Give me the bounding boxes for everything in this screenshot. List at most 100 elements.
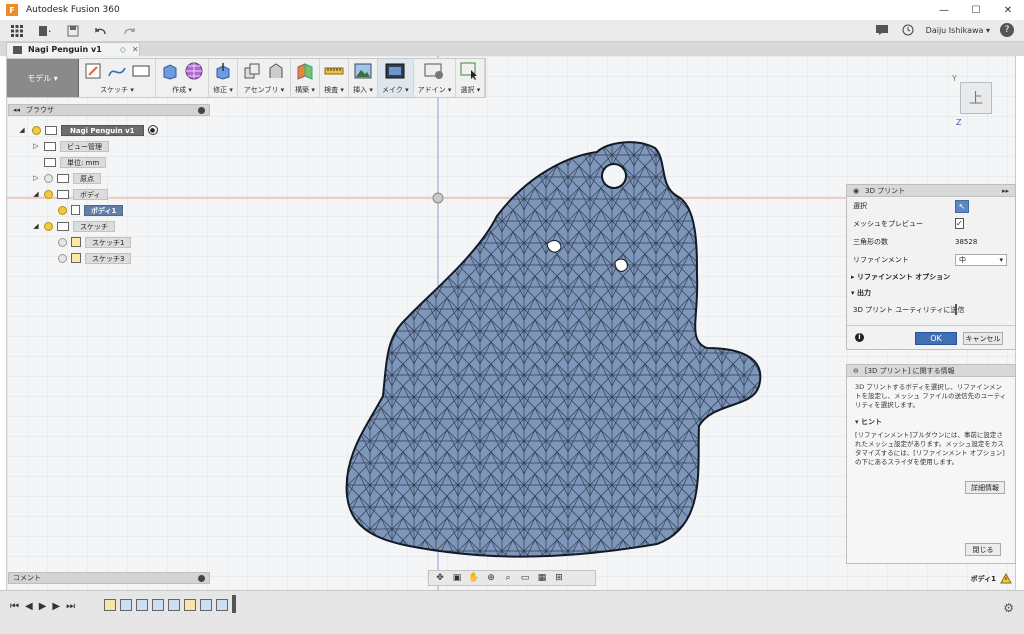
- help-info-header[interactable]: ⊖ [3D プリント] に関する情報: [847, 365, 1015, 377]
- viewcube[interactable]: 上: [960, 82, 992, 114]
- cancel-button[interactable]: キャンセル: [963, 332, 1003, 345]
- toolbar-group-construct[interactable]: 構築 ▾: [291, 59, 320, 97]
- warning-icon[interactable]: [1000, 572, 1012, 586]
- browser-options-icon[interactable]: [198, 107, 205, 114]
- toolbar-group-select[interactable]: 選択 ▾: [456, 59, 486, 97]
- more-details-button[interactable]: 詳細情報: [965, 481, 1005, 494]
- step-back-icon[interactable]: ◀: [25, 601, 33, 612]
- undo-icon[interactable]: [90, 22, 112, 40]
- file-menu-icon[interactable]: [34, 22, 56, 40]
- user-account-menu[interactable]: Daiju Ishikawa ▾: [926, 26, 990, 35]
- new-component-icon[interactable]: [242, 61, 262, 81]
- tree-item-origin[interactable]: ▷ 原点: [32, 172, 101, 184]
- timeline-extrude-icon[interactable]: [168, 599, 180, 611]
- form-sphere-icon[interactable]: [184, 61, 204, 81]
- extrude-icon[interactable]: [160, 61, 180, 81]
- measure-icon[interactable]: [324, 61, 344, 81]
- rectangle-icon[interactable]: [131, 61, 151, 81]
- visibility-bulb-icon[interactable]: [44, 221, 53, 231]
- grid-settings-icon[interactable]: ▦: [535, 572, 549, 584]
- timeline-extrude-icon[interactable]: [152, 599, 164, 611]
- visibility-bulb-icon[interactable]: [44, 189, 53, 199]
- tree-item-body1[interactable]: ボディ1: [58, 204, 124, 216]
- select-body-button[interactable]: ↖: [955, 199, 969, 213]
- refinement-dropdown[interactable]: 中 ▾: [955, 254, 1007, 266]
- pan-hand-icon[interactable]: ✋: [467, 572, 481, 584]
- orbit-icon[interactable]: ✥: [433, 572, 447, 584]
- toolbar-group-create[interactable]: 作成 ▾: [156, 59, 209, 97]
- ok-button[interactable]: OK: [915, 332, 957, 345]
- tree-item-sketch1[interactable]: スケッチ1: [58, 236, 132, 248]
- viewcube-face-top[interactable]: 上: [969, 88, 983, 108]
- toolbar-group-inspect[interactable]: 検査 ▾: [320, 59, 349, 97]
- 3d-print-icon[interactable]: [385, 61, 405, 81]
- tree-item-sketch3[interactable]: スケッチ3: [58, 252, 132, 264]
- tree-item-units[interactable]: 単位: mm: [40, 156, 107, 168]
- toolbar-group-sketch[interactable]: スケッチ ▾: [79, 59, 156, 97]
- visibility-bulb-icon[interactable]: [44, 173, 53, 183]
- step-forward-icon[interactable]: ▶: [52, 601, 60, 612]
- maximize-button[interactable]: ☐: [960, 0, 992, 20]
- toolbar-group-addins[interactable]: アドイン ▾: [414, 59, 457, 97]
- comments-options-icon[interactable]: [198, 575, 205, 582]
- tree-item-bodies[interactable]: ◢ ボディ: [32, 188, 108, 200]
- help-icon[interactable]: ?: [1000, 23, 1014, 37]
- send-to-utility-checkbox[interactable]: [955, 304, 957, 315]
- timeline-sketch-icon[interactable]: [104, 599, 116, 611]
- timeline-settings-gear-icon[interactable]: ⚙: [1003, 601, 1014, 615]
- go-to-start-icon[interactable]: ⏮: [10, 601, 19, 612]
- press-pull-icon[interactable]: [213, 61, 233, 81]
- minus-icon[interactable]: ⊖: [853, 367, 859, 375]
- save-icon[interactable]: [62, 22, 84, 40]
- expand-dialog-icon[interactable]: ▸▸: [1002, 187, 1009, 195]
- spline-icon[interactable]: [107, 61, 127, 81]
- timeline-extrude-icon[interactable]: [200, 599, 212, 611]
- history-clock-icon[interactable]: [900, 22, 916, 38]
- close-help-button[interactable]: 閉じる: [965, 543, 1001, 556]
- insert-image-icon[interactable]: [353, 61, 373, 81]
- minimize-button[interactable]: —: [928, 0, 960, 20]
- expand-arrow-icon[interactable]: ◢: [18, 126, 26, 134]
- redo-icon[interactable]: [118, 22, 140, 40]
- toolbar-group-assemble[interactable]: アセンブリ ▾: [238, 59, 291, 97]
- document-tab[interactable]: Nagi Penguin v1 ◇ ✕: [6, 42, 140, 56]
- visibility-bulb-icon[interactable]: [58, 205, 67, 215]
- timeline-extrude-icon[interactable]: [136, 599, 148, 611]
- toolbar-group-modify[interactable]: 修正 ▾: [209, 59, 238, 97]
- close-window-button[interactable]: ✕: [992, 0, 1024, 20]
- look-at-icon[interactable]: ▣: [450, 572, 464, 584]
- create-sketch-icon[interactable]: [83, 61, 103, 81]
- zoom-icon[interactable]: ⊕: [484, 572, 498, 584]
- offset-plane-icon[interactable]: [295, 61, 315, 81]
- collapse-browser-icon[interactable]: ◂◂: [13, 106, 20, 114]
- close-tab-icon[interactable]: ✕: [132, 45, 139, 54]
- collapse-arrow-icon[interactable]: ▷: [32, 174, 40, 182]
- toolbar-group-make[interactable]: メイク ▾: [378, 59, 414, 97]
- info-icon[interactable]: i: [855, 333, 864, 342]
- fit-zoom-icon[interactable]: ⌕: [501, 572, 515, 584]
- timeline-extrude-icon[interactable]: [216, 599, 228, 611]
- data-panel-grid-icon[interactable]: [6, 22, 28, 40]
- activate-component-icon[interactable]: ●: [147, 125, 158, 135]
- visibility-bulb-icon[interactable]: [58, 253, 67, 263]
- workspace-switcher[interactable]: モデル ▾: [7, 59, 79, 97]
- timeline-extrude-icon[interactable]: [120, 599, 132, 611]
- visibility-bulb-icon[interactable]: [32, 125, 41, 135]
- timeline-marker[interactable]: [232, 595, 236, 613]
- visibility-bulb-icon[interactable]: [58, 237, 67, 247]
- collapse-arrow-icon[interactable]: ▷: [32, 142, 40, 150]
- select-window-icon[interactable]: [460, 61, 480, 81]
- display-settings-icon[interactable]: ▭: [518, 572, 532, 584]
- timeline-sketch-icon[interactable]: [184, 599, 196, 611]
- joint-icon[interactable]: [266, 61, 286, 81]
- refinement-options-section[interactable]: ▸ リファインメント オプション: [847, 269, 1015, 285]
- output-section[interactable]: ▾ 出力: [847, 285, 1015, 301]
- expand-arrow-icon[interactable]: ◢: [32, 222, 40, 230]
- job-status-icon[interactable]: [874, 22, 890, 38]
- go-to-end-icon[interactable]: ⏭: [66, 601, 75, 612]
- tree-item-root[interactable]: ◢ Nagi Penguin v1 ●: [18, 124, 158, 136]
- play-icon[interactable]: ▶: [39, 601, 47, 612]
- tree-item-named-views[interactable]: ▷ ビュー管理: [32, 140, 109, 152]
- toolbar-group-insert[interactable]: 挿入 ▾: [349, 59, 378, 97]
- preview-mesh-checkbox[interactable]: ✓: [955, 218, 964, 229]
